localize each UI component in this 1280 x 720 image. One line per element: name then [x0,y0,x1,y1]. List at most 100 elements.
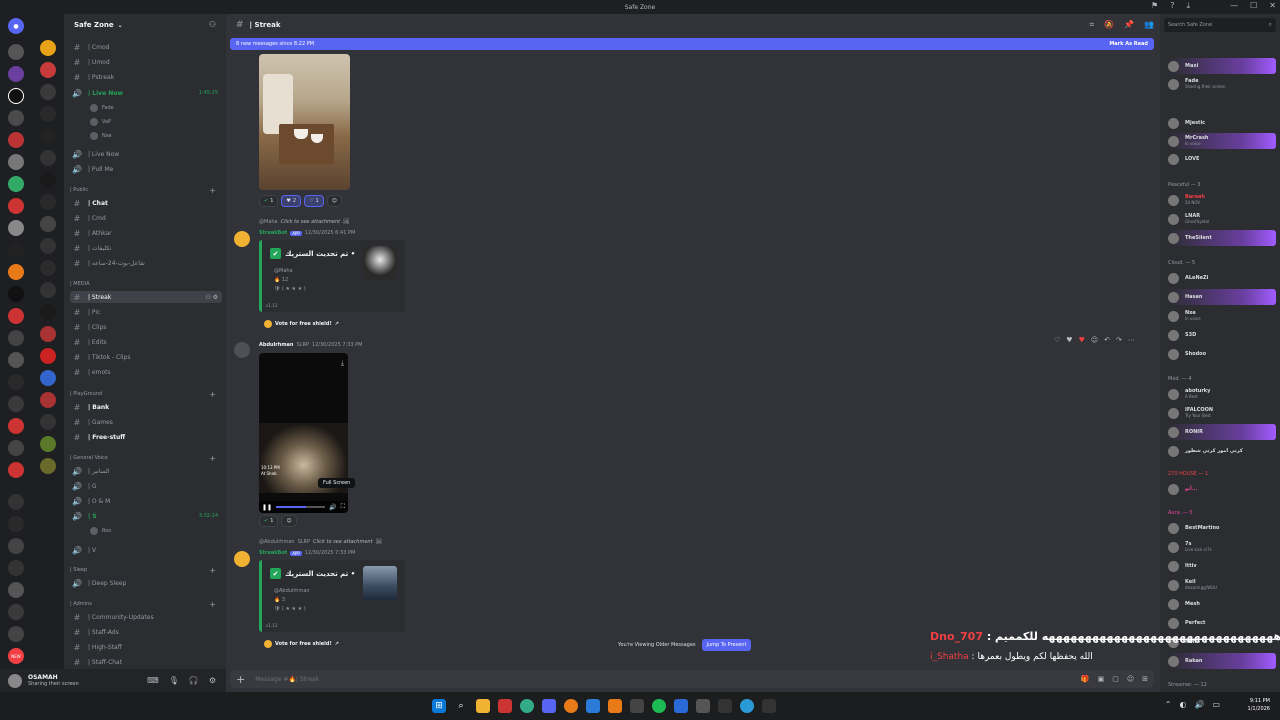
channel-assignments[interactable]: # | تكليفات [70,242,222,254]
reply-reference[interactable]: @Abdulrhman SLRP Click to see attachment… [259,539,382,545]
clock[interactable]: 9:11 PM 1/1/2026 [1248,697,1270,713]
server-icon[interactable] [40,216,56,232]
voice-o-m[interactable]: 🔊 | O & M [70,495,222,507]
server-icon[interactable] [40,282,56,298]
embed-thumbnail[interactable] [363,566,397,600]
server-icon[interactable] [40,106,56,122]
chrome-icon[interactable] [520,699,534,713]
pause-icon[interactable]: ❚❚ [262,504,272,511]
member-row[interactable]: Mesh [1168,596,1276,612]
gif-icon[interactable]: ▣ [1098,675,1105,683]
app-icon[interactable] [740,699,754,713]
reaction-heart[interactable]: ♥ 2 [281,195,302,207]
pin-icon[interactable]: 📌 [1124,20,1134,30]
server-icon[interactable] [40,62,56,78]
heart-icon[interactable]: ♡ [1054,336,1060,344]
vote-link[interactable]: Vote for free shield! ↗ [264,640,339,648]
inbox-icon[interactable]: ⚑ [1151,1,1158,11]
message-composer[interactable]: + Message #🔥| Streak 🎁 ▣ ▢ ☺ ⊞ [230,670,1154,688]
member-row[interactable]: IFALCOON Try Your Best [1168,405,1276,421]
server-icon[interactable] [8,176,24,192]
category-admins[interactable]: | Admins + [70,598,220,610]
server-icon[interactable] [8,330,24,346]
home-icon[interactable]: ● [8,18,24,34]
server-icon[interactable] [8,88,24,104]
volume-icon[interactable]: 🔊 [1194,700,1204,709]
channel-streak[interactable]: # | Streak ⚇ ⚙ [70,291,222,303]
add-channel-icon[interactable]: + [209,390,216,399]
channel-games[interactable]: # | Games [70,416,222,428]
member-row[interactable]: Hasan [1168,289,1276,305]
voice-live-now[interactable]: 🔊 | Live Now 1:45:25 [70,87,222,99]
jump-to-present-button[interactable]: Jump To Present [701,639,752,651]
channel-tiktok-clips[interactable]: # | Tiktok - Clips [70,351,222,363]
server-icon[interactable] [40,370,56,386]
server-header[interactable]: Safe Zone ⌄ ⚇ [64,14,226,36]
server-icon[interactable] [8,242,24,258]
member-row[interactable]: Perfect [1168,615,1276,631]
member-row[interactable]: RONIR [1168,424,1276,440]
server-icon[interactable] [8,308,24,324]
member-row[interactable]: Nxe In voice [1168,308,1276,324]
vote-link[interactable]: Vote for free shield! ↗ [264,320,339,328]
server-icon[interactable] [8,604,24,620]
channel-emots[interactable]: # | emots [70,366,222,378]
more-icon[interactable]: ⋯ [1128,336,1135,344]
voice-v[interactable]: 🔊 | V [70,544,222,556]
server-icon[interactable] [40,392,56,408]
channel-cmod[interactable]: # | Cmod [70,41,222,53]
server-icon[interactable] [8,626,24,642]
server-icon[interactable] [8,132,24,148]
member-row[interactable]: ALeNeZi [1168,270,1276,286]
app-icon[interactable] [696,699,710,713]
server-icon[interactable] [40,348,56,364]
server-icon[interactable] [8,220,24,236]
server-icon[interactable] [40,458,56,474]
server-icon[interactable] [40,326,56,342]
avatar[interactable] [234,342,250,358]
app-icon[interactable] [674,699,688,713]
reaction-check[interactable]: ✔ 1 [259,195,279,207]
channel-settings-icon[interactable]: ⚇ ⚙ [205,294,218,301]
server-icon[interactable] [8,44,24,60]
search-icon[interactable]: ⌕ [454,699,468,713]
mark-as-read-button[interactable]: Mark As Read [1109,41,1148,47]
spotify-icon[interactable] [652,699,666,713]
app-icon[interactable] [630,699,644,713]
add-reaction-button[interactable]: ☺ [326,195,342,207]
download-icon[interactable]: ⤓ [341,359,344,368]
server-icon[interactable] [8,352,24,368]
channel-community-updates[interactable]: # | Community-Updates [70,611,222,623]
server-icon[interactable] [8,110,24,126]
channel-bank[interactable]: # | Bank [70,401,222,413]
gamepad-icon[interactable]: ⌨ [147,676,159,685]
channel-edits[interactable]: # | Edits [70,336,222,348]
voice-s[interactable]: 🔊 | S 3:32:24 [70,510,222,522]
avatar[interactable] [8,673,22,688]
maximize-icon[interactable]: ☐ [1250,1,1257,10]
channel-free-stuff[interactable]: # | Free-stuff [70,431,222,443]
channel-athkar[interactable]: # | Athkar [70,227,222,239]
member-row[interactable]: Mjestic [1168,115,1276,131]
voice-user[interactable]: Nxe [90,130,112,142]
download-icon[interactable]: ⤓ [1186,1,1190,11]
server-icon[interactable] [8,396,24,412]
server-icon[interactable] [8,66,24,82]
server-icon[interactable] [40,150,56,166]
member-row[interactable]: أبو... [1168,481,1276,497]
voice-user[interactable]: Roo [90,525,111,537]
member-row[interactable]: MrCrash In voice [1168,133,1276,149]
member-row[interactable]: Baraah 24 NOV [1168,192,1276,208]
folder-icon[interactable] [476,699,490,713]
add-reaction-button[interactable]: ☺ [281,515,297,527]
member-row[interactable]: aboturky A Rest [1168,386,1276,402]
category-sleep[interactable]: | Sleep + [70,564,220,576]
member-row[interactable]: Maxi [1168,58,1276,74]
network-icon[interactable]: ◐ [1179,700,1186,709]
member-row[interactable]: BestMartino [1168,520,1276,536]
member-row[interactable]: Keil discord.gg/WUU [1168,577,1276,593]
reply-reference[interactable]: @Maha Click to see attachment 🖼 [259,219,350,225]
server-icon[interactable] [40,304,56,320]
channel-pic[interactable]: # | Pic [70,306,222,318]
voice-pull-me[interactable]: 🔊 | Pull Me [70,163,222,175]
